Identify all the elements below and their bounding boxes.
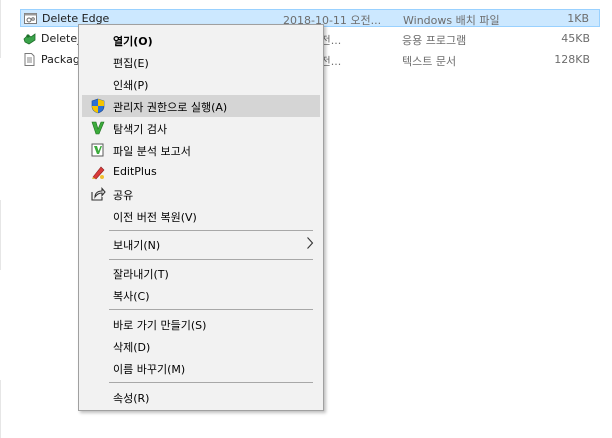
file-name: Delete_ xyxy=(41,32,83,45)
file-analysis-icon xyxy=(91,143,104,157)
v3-scan-icon xyxy=(91,121,105,135)
menu-separator xyxy=(109,309,313,310)
share-icon xyxy=(91,187,106,201)
editplus-icon xyxy=(92,166,105,180)
menu-item-label: EditPlus xyxy=(113,165,157,178)
uac-shield-icon xyxy=(91,98,105,114)
menu-item-label: 속성(R) xyxy=(113,392,150,405)
menu-item-share[interactable]: 공유 xyxy=(82,183,320,205)
menu-item-cut[interactable]: 잘라내기(T) xyxy=(82,262,320,284)
file-size: 1KB xyxy=(567,12,589,25)
menu-item-label: 복사(C) xyxy=(113,290,150,303)
application-icon xyxy=(23,33,36,45)
menu-item-label: 이전 버전 복원(V) xyxy=(113,211,197,224)
menu-item-label: 인쇄(P) xyxy=(113,79,149,92)
menu-item-file-analysis-report[interactable]: 파일 분석 보고서 xyxy=(82,139,320,161)
menu-item-explorer-search[interactable]: 탐색기 검사 xyxy=(82,117,320,139)
menu-item-editplus[interactable]: EditPlus xyxy=(82,161,320,183)
menu-item-delete[interactable]: 삭제(D) xyxy=(82,335,320,357)
file-type: 텍스트 문서 xyxy=(402,55,457,68)
text-document-icon xyxy=(24,53,35,66)
menu-item-send-to[interactable]: 보내기(N) xyxy=(82,233,320,255)
menu-item-label: 공유 xyxy=(113,189,134,202)
file-type: Windows 배치 파일 xyxy=(403,14,500,27)
file-size: 128KB xyxy=(554,53,590,66)
menu-separator xyxy=(109,230,313,231)
menu-item-print[interactable]: 인쇄(P) xyxy=(82,73,320,95)
menu-item-label: 바로 가기 만들기(S) xyxy=(113,319,207,332)
menu-item-create-shortcut[interactable]: 바로 가기 만들기(S) xyxy=(82,313,320,335)
menu-item-edit[interactable]: 편집(E) xyxy=(82,51,320,73)
menu-item-label: 보내기(N) xyxy=(113,239,161,252)
menu-separator xyxy=(109,259,313,260)
menu-item-run-as-admin[interactable]: 관리자 권한으로 실행(A) xyxy=(82,95,320,117)
menu-item-label: 열기(O) xyxy=(113,35,153,48)
menu-item-label: 잘라내기(T) xyxy=(113,268,169,281)
menu-item-properties[interactable]: 속성(R) xyxy=(82,386,320,408)
menu-item-open[interactable]: 열기(O) xyxy=(82,29,320,51)
menu-item-label: 편집(E) xyxy=(113,57,149,70)
window-left-edge xyxy=(0,0,2,438)
file-name: Packag xyxy=(41,53,80,66)
file-size: 45KB xyxy=(561,32,590,45)
file-type: 응용 프로그램 xyxy=(402,34,467,47)
menu-item-label: 파일 분석 보고서 xyxy=(113,145,191,158)
menu-separator xyxy=(109,382,313,383)
menu-item-rename[interactable]: 이름 바꾸기(M) xyxy=(82,357,320,379)
menu-item-label: 탐색기 검사 xyxy=(113,123,168,136)
chevron-right-icon xyxy=(307,237,314,249)
menu-item-restore-previous-versions[interactable]: 이전 버전 복원(V) xyxy=(82,205,320,227)
menu-item-label: 이름 바꾸기(M) xyxy=(113,363,186,376)
menu-item-label: 관리자 권한으로 실행(A) xyxy=(113,101,228,114)
menu-item-copy[interactable]: 복사(C) xyxy=(82,284,320,306)
menu-item-label: 삭제(D) xyxy=(113,341,151,354)
batch-file-icon xyxy=(24,13,37,24)
context-menu: 열기(O) 편집(E) 인쇄(P) 관리자 권한으로 실행(A) 탐색기 검사 … xyxy=(78,24,324,411)
